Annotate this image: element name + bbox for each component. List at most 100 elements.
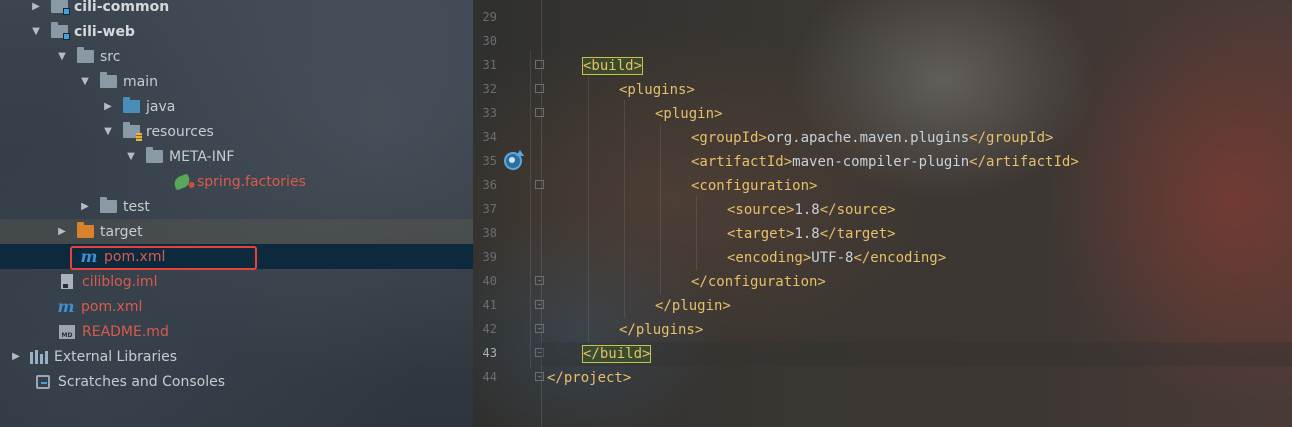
fold-toggle-icon[interactable] (535, 108, 544, 117)
xml-tag: <groupId> (691, 130, 767, 146)
tree-item-label: ciliblog.iml (82, 273, 158, 290)
chevron-down-icon[interactable]: ▼ (102, 126, 114, 138)
fold-toggle-icon[interactable] (535, 84, 544, 93)
code-editor[interactable]: 29 30 31 32 33 34 35 36 37 38 39 40 41 4… (473, 0, 1292, 427)
tree-item-cili-common[interactable]: ▶ cili-common (0, 0, 473, 19)
xml-tag: <encoding> (727, 250, 812, 266)
xml-tag: </target> (819, 226, 896, 242)
xml-text: UTF-8 (811, 250, 854, 266)
chevron-down-icon[interactable]: ▼ (30, 26, 42, 38)
fold-toggle-icon[interactable] (535, 60, 544, 69)
code-line[interactable]: <configuration> (547, 174, 817, 198)
tree-item-src[interactable]: ▼ src (0, 44, 473, 69)
tree-item-meta-inf[interactable]: ▼ META-INF (0, 144, 473, 169)
code-content: <artifactId>maven-compiler-plugin</artif… (691, 154, 1079, 170)
code-line[interactable]: <artifactId>maven-compiler-plugin</artif… (547, 150, 1079, 174)
xml-tag: </source> (819, 202, 896, 218)
tree-item-label: pom.xml (81, 298, 143, 315)
iml-file-icon (58, 274, 76, 290)
tree-item-scratches-consoles[interactable]: Scratches and Consoles (0, 369, 473, 394)
chevron-down-icon[interactable]: ▼ (79, 76, 91, 88)
code-line[interactable]: </configuration> (547, 270, 826, 294)
fold-toggle-icon[interactable] (535, 180, 544, 189)
chevron-down-icon[interactable]: ▼ (125, 151, 137, 163)
tree-item-label: META-INF (169, 148, 235, 165)
tree-item-target[interactable]: ▶ target (0, 219, 473, 244)
spring-leaf-icon (172, 173, 192, 190)
code-line[interactable]: <plugin> (547, 102, 722, 126)
line-number: 36 (482, 178, 497, 192)
tree-item-label: Scratches and Consoles (58, 373, 225, 390)
xml-tag: <source> (727, 202, 795, 218)
tree-item-ciliblog-iml[interactable]: ciliblog.iml (0, 269, 473, 294)
code-content: </project> (547, 370, 631, 386)
xml-text: 1.8 (794, 202, 820, 218)
tree-item-test[interactable]: ▶ test (0, 194, 473, 219)
xml-text: org.apache.maven.plugins (766, 130, 970, 146)
excluded-folder-icon (76, 222, 94, 240)
libraries-icon (30, 349, 48, 365)
tree-item-pom-xml[interactable]: m pom.xml (0, 294, 473, 319)
chevron-right-icon[interactable]: ▶ (10, 351, 22, 363)
folder-icon (76, 47, 94, 65)
code-content: <plugin> (655, 106, 722, 122)
code-content: <configuration> (691, 178, 817, 194)
xml-tag: </plugin> (655, 298, 731, 314)
code-line[interactable]: </plugin> (547, 294, 731, 318)
tree-item-spring-factories[interactable]: spring.factories (0, 169, 473, 194)
line-number: 29 (482, 10, 497, 24)
source-folder-icon (122, 97, 140, 115)
tree-item-cili-web[interactable]: ▼ cili-web (0, 19, 473, 44)
line-number: 30 (482, 34, 497, 48)
fold-end-icon[interactable] (535, 372, 544, 381)
code-line[interactable]: <target>1.8</target> (547, 222, 896, 246)
code-line-current[interactable]: </build> (541, 342, 1292, 366)
tree-item-readme-md[interactable]: MD README.md (0, 319, 473, 344)
fold-end-icon[interactable] (535, 300, 544, 309)
tree-item-main[interactable]: ▼ main (0, 69, 473, 94)
line-number: 33 (482, 106, 497, 120)
tree-item-label: cili-common (74, 0, 170, 15)
resources-folder-icon (122, 122, 142, 141)
code-line[interactable]: <plugins> (547, 78, 695, 102)
line-number: 31 (482, 58, 497, 72)
chevron-down-icon[interactable]: ▼ (56, 51, 68, 63)
code-line[interactable]: <build> (547, 54, 644, 78)
line-number: 42 (482, 322, 497, 336)
tree-item-label: README.md (82, 323, 169, 340)
code-line[interactable]: <source>1.8</source> (547, 198, 896, 222)
folder-icon (145, 147, 163, 165)
module-folder-icon (50, 22, 70, 40)
tree-item-java[interactable]: ▶ java (0, 94, 473, 119)
implemented-marker-icon[interactable] (504, 150, 524, 170)
chevron-right-icon[interactable]: ▶ (79, 201, 91, 213)
code-line[interactable]: </plugins> (547, 318, 703, 342)
highlight-box (70, 246, 257, 270)
xml-tag: </configuration> (691, 274, 826, 290)
module-folder-icon (50, 0, 70, 15)
fold-end-icon[interactable] (535, 276, 544, 285)
line-number-current: 43 (482, 346, 497, 360)
code-content: </plugin> (655, 298, 731, 314)
chevron-right-icon[interactable]: ▶ (30, 1, 42, 13)
tree-item-label: main (123, 73, 158, 90)
line-number: 34 (482, 130, 497, 144)
folder-icon (99, 72, 117, 90)
code-content: <build> (581, 57, 644, 75)
scratches-icon (34, 374, 52, 390)
xml-tag: <artifactId> (691, 154, 793, 170)
fold-end-icon[interactable] (535, 324, 544, 333)
code-line[interactable]: <groupId>org.apache.maven.plugins</group… (547, 126, 1053, 150)
code-line[interactable]: <encoding>UTF-8</encoding> (547, 246, 946, 270)
tree-item-label: spring.factories (197, 173, 306, 190)
tree-item-resources[interactable]: ▼ resources (0, 119, 473, 144)
tree-item-external-libraries[interactable]: ▶ External Libraries (0, 344, 473, 369)
tree-item-label: test (123, 198, 150, 215)
xml-text: maven-compiler-plugin (792, 154, 970, 170)
maven-icon: m (57, 297, 75, 316)
code-content: <encoding>UTF-8</encoding> (727, 250, 946, 266)
chevron-right-icon[interactable]: ▶ (102, 101, 114, 113)
line-number: 39 (482, 250, 497, 264)
code-line[interactable]: </project> (547, 366, 631, 390)
chevron-right-icon[interactable]: ▶ (56, 226, 68, 238)
